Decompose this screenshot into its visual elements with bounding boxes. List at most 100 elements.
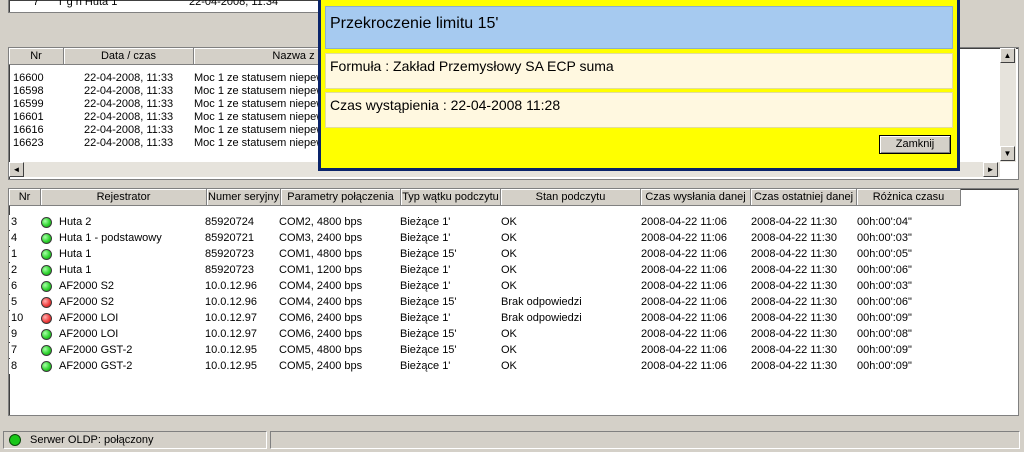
- cell-date: 22-04-2008, 11:33: [84, 72, 174, 84]
- col-header-last[interactable]: Czas ostatniej danej: [751, 189, 857, 206]
- cell-nr: 5: [11, 296, 18, 308]
- table-row[interactable]: 6 AF2000 S2 10.0.12.96 COM4, 2400 bps Bieżąc…: [9, 279, 961, 294]
- cell-name: Moc 1 ze statusem niepew: [194, 85, 325, 97]
- dialog-formula: Formuła : Zakład Przemysłowy SA ECP suma: [325, 53, 953, 89]
- status-ok-icon: [41, 329, 52, 340]
- table-row[interactable]: 3 Huta 2 85920724 COM2, 4800 bps Bieżące 1' O…: [9, 215, 961, 230]
- cell-nr: 16598: [13, 85, 44, 97]
- cell-rejestrator: AF2000 LOI: [59, 312, 119, 324]
- cell-last: 2008-04-22 11:30: [751, 280, 838, 292]
- cell-last: 2008-04-22 11:30: [751, 328, 838, 340]
- cell-nr: 4: [11, 232, 18, 244]
- scroll-right-icon[interactable]: ►: [983, 162, 998, 177]
- col-header-diff[interactable]: Różnica czasu: [857, 189, 961, 206]
- cell-state: OK: [501, 264, 517, 276]
- cell-serial: 10.0.12.97: [205, 312, 257, 324]
- cell-name: Moc 1 ze statusem niepew: [194, 124, 325, 136]
- cell-last: 2008-04-22 11:30: [751, 264, 838, 276]
- status-ok-icon: [41, 361, 52, 372]
- cell-params: COM3, 2400 bps: [279, 232, 363, 244]
- cell-last: 2008-04-22 11:30: [751, 344, 838, 356]
- cell-diff: 00h:00':05": [857, 248, 912, 260]
- cell-sent: 2008-04-22 11:06: [641, 248, 728, 260]
- cell-state: OK: [501, 328, 517, 340]
- cell-state: OK: [501, 344, 517, 356]
- cell-serial: 10.0.12.95: [205, 344, 257, 356]
- cell-name: Moc 1 ze statusem niepew: [194, 98, 325, 110]
- cell-params: COM1, 1200 bps: [279, 264, 363, 276]
- cell-params: COM5, 2400 bps: [279, 360, 363, 372]
- cell-nr: 1: [11, 248, 18, 260]
- table-row[interactable]: 1 Huta 1 85920723 COM1, 4800 bps Bieżące 15'…: [9, 247, 961, 262]
- cell-date: 22-04-2008, 11:34: [189, 0, 279, 8]
- events-vscrollbar[interactable]: ▲ ▼: [1000, 48, 1016, 162]
- col-header-nr[interactable]: Nr: [9, 48, 64, 65]
- col-header-thread[interactable]: Typ wątku podczytu: [401, 189, 501, 206]
- scroll-down-icon[interactable]: ▼: [1000, 146, 1015, 161]
- cell-sent: 2008-04-22 11:06: [641, 232, 728, 244]
- cell-rejestrator: AF2000 GST-2: [59, 360, 133, 372]
- cell-nr: 7: [33, 0, 40, 8]
- cell-diff: 00h:00':03": [857, 232, 912, 244]
- col-header-rejestrator[interactable]: Rejestrator: [41, 189, 207, 206]
- cell-last: 2008-04-22 11:30: [751, 232, 838, 244]
- cell-name: T g h Huta 1: [57, 0, 118, 8]
- cell-params: COM4, 2400 bps: [279, 280, 363, 292]
- cell-state: OK: [501, 360, 517, 372]
- cell-date: 22-04-2008, 11:33: [84, 98, 174, 110]
- cell-serial: 85920723: [205, 264, 254, 276]
- col-header-state[interactable]: Stan podczytu: [501, 189, 641, 206]
- table-row[interactable]: 4 Huta 1 - podstawowy 85920721 COM3, 2400 b…: [9, 231, 961, 246]
- cell-rejestrator: Huta 1 - podstawowy: [59, 232, 162, 244]
- status-ok-icon: [41, 265, 52, 276]
- status-ok-icon: [41, 233, 52, 244]
- cell-rejestrator: AF2000 S2: [59, 280, 115, 292]
- cell-diff: 00h:00':03": [857, 280, 912, 292]
- scroll-left-icon[interactable]: ◄: [9, 162, 24, 177]
- cell-diff: 00h:00':09": [857, 344, 912, 356]
- top-list: 7 T g h Huta 1 22-04-2008, 11:34: [8, 0, 320, 13]
- cell-thread: Bieżące 15': [400, 344, 457, 356]
- col-header-nr[interactable]: Nr: [9, 189, 41, 206]
- cell-sent: 2008-04-22 11:06: [641, 280, 728, 292]
- cell-params: COM5, 4800 bps: [279, 344, 363, 356]
- cell-diff: 00h:00':06": [857, 264, 912, 276]
- cell-serial: 10.0.12.96: [205, 296, 257, 308]
- cell-state: Brak odpowiedzi: [501, 296, 582, 308]
- status-ok-icon: [41, 217, 52, 228]
- cell-thread: Bieżące 1': [400, 264, 451, 276]
- cell-name: Moc 1 ze statusem niepew: [194, 137, 325, 149]
- status-ok-icon: [41, 249, 52, 260]
- cell-last: 2008-04-22 11:30: [751, 296, 838, 308]
- table-row[interactable]: 10 AF2000 LOI 10.0.12.97 COM6, 2400 bps Bież…: [9, 311, 961, 326]
- cell-state: OK: [501, 216, 517, 228]
- close-button[interactable]: Zamknij: [879, 135, 951, 154]
- table-row[interactable]: 8 AF2000 GST-2 10.0.12.95 COM5, 2400 bps Bie…: [9, 359, 961, 374]
- cell-nr: 3: [11, 216, 18, 228]
- cell-thread: Bieżące 15': [400, 328, 457, 340]
- cell-params: COM6, 2400 bps: [279, 328, 363, 340]
- status-bar: Serwer OLDP: połączony: [0, 428, 1024, 452]
- col-header-params[interactable]: Parametry połączenia: [281, 189, 401, 206]
- table-row[interactable]: 5 AF2000 S2 10.0.12.96 COM4, 2400 bps Bieżąc…: [9, 295, 961, 310]
- table-row[interactable]: 2 Huta 1 85920723 COM1, 1200 bps Bieżące 1' O…: [9, 263, 961, 278]
- col-header-date[interactable]: Data / czas: [64, 48, 194, 65]
- dialog-formula-text: Formuła : Zakład Przemysłowy SA ECP suma: [330, 58, 614, 74]
- cell-diff: 00h:00':04": [857, 216, 912, 228]
- cell-sent: 2008-04-22 11:06: [641, 344, 728, 356]
- cell-rejestrator: Huta 1: [59, 264, 92, 276]
- table-row[interactable]: 7 AF2000 GST-2 10.0.12.95 COM5, 4800 bps Bie…: [9, 343, 961, 358]
- col-header-sent[interactable]: Czas wysłania danej: [641, 189, 751, 206]
- cell-name: Moc 1 ze statusem niepew: [194, 111, 325, 123]
- cell-sent: 2008-04-22 11:06: [641, 296, 728, 308]
- cell-rejestrator: Huta 1: [59, 248, 92, 260]
- cell-rejestrator: Huta 2: [59, 216, 92, 228]
- list-item[interactable]: 7 T g h Huta 1 22-04-2008, 11:34: [9, 0, 319, 9]
- table-row[interactable]: 9 AF2000 LOI 10.0.12.97 COM6, 2400 bps Bieżą…: [9, 327, 961, 342]
- cell-nr: 16623: [13, 137, 44, 149]
- cell-diff: 00h:00':06": [857, 296, 912, 308]
- cell-thread: Bieżące 15': [400, 296, 457, 308]
- col-header-serial[interactable]: Numer seryjny: [207, 189, 281, 206]
- cell-diff: 00h:00':09": [857, 312, 912, 324]
- scroll-up-icon[interactable]: ▲: [1000, 48, 1015, 63]
